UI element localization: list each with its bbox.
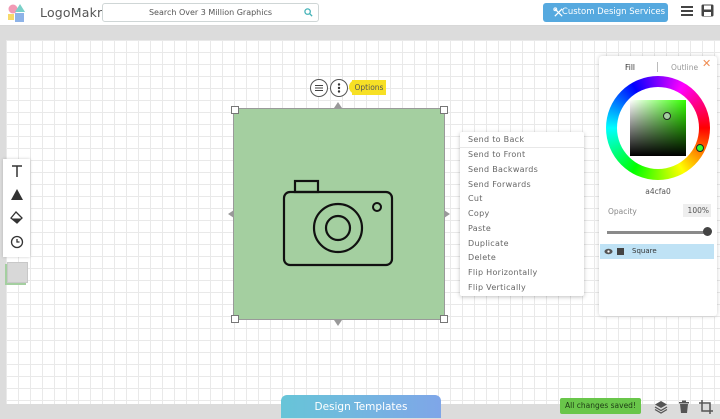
opacity-slider-knob[interactable] [703, 227, 712, 236]
history-icon[interactable] [9, 234, 25, 250]
menu-item-flip-horizontally[interactable]: Flip Horizontally [468, 268, 538, 277]
resize-handle-bottom-right[interactable] [440, 315, 448, 323]
crop-icon[interactable] [699, 400, 713, 414]
layer-shape-icon [617, 248, 624, 255]
saturation-picker-knob[interactable] [663, 112, 671, 120]
color-swatch[interactable] [7, 262, 28, 283]
resize-handle-top-left[interactable] [231, 106, 239, 114]
logomakr-logo-icon[interactable] [6, 3, 30, 23]
more-vertical-icon [337, 83, 341, 93]
search-placeholder: Search Over 3 Million Graphics [148, 8, 273, 17]
context-menu: Send to Back Send to Front Send Backward… [460, 132, 584, 296]
resize-handle-bottom-left[interactable] [231, 315, 239, 323]
menu-item-send-to-front[interactable]: Send to Front [468, 150, 525, 159]
color-panel: Fill Outline ✕ a4cfa0 Opacity 100% Squar… [599, 56, 717, 316]
menu-item-copy[interactable]: Copy [468, 209, 490, 218]
camera-icon[interactable] [234, 109, 444, 319]
shape-tool-icon[interactable] [9, 187, 25, 203]
tab-divider [657, 62, 658, 72]
tool-strip [3, 159, 30, 257]
selected-square-shape[interactable] [233, 108, 445, 320]
opacity-slider[interactable] [607, 231, 709, 234]
resize-handle-right[interactable] [444, 210, 450, 218]
tools-icon [553, 7, 563, 17]
search-icon[interactable] [304, 8, 313, 17]
sliders-icon [315, 85, 323, 91]
menu-item-send-to-back[interactable]: Send to Back [468, 135, 524, 144]
options-tooltip: Options [352, 80, 386, 95]
menu-divider [460, 147, 584, 148]
menu-item-duplicate[interactable]: Duplicate [468, 239, 509, 248]
layer-name: Square [632, 247, 657, 255]
more-options-button[interactable] [330, 79, 348, 97]
top-bar: LogoMakr Search Over 3 Million Graphics … [0, 0, 720, 26]
save-icon[interactable] [701, 4, 714, 17]
adjust-button[interactable] [310, 79, 328, 97]
opacity-label: Opacity [608, 207, 637, 216]
menu-icon[interactable] [681, 5, 693, 17]
layer-row[interactable]: Square [600, 244, 714, 259]
eye-icon[interactable] [604, 248, 613, 255]
search-input[interactable]: Search Over 3 Million Graphics [102, 3, 319, 22]
menu-item-delete[interactable]: Delete [468, 253, 496, 262]
hue-picker-knob[interactable] [696, 144, 704, 152]
tab-outline[interactable]: Outline [671, 63, 698, 72]
hex-value[interactable]: a4cfa0 [599, 187, 717, 196]
resize-handle-bottom[interactable] [334, 320, 342, 326]
trash-icon[interactable] [677, 400, 691, 414]
layers-icon[interactable] [654, 400, 668, 414]
fill-tool-icon[interactable] [9, 210, 25, 226]
close-icon[interactable]: ✕ [702, 57, 711, 70]
saturation-value-square[interactable] [630, 100, 686, 156]
app-name[interactable]: LogoMakr [40, 5, 102, 20]
resize-handle-top-right[interactable] [440, 106, 448, 114]
opacity-input[interactable]: 100% [683, 204, 711, 217]
menu-item-send-forwards[interactable]: Send Forwards [468, 180, 531, 189]
tab-fill[interactable]: Fill [625, 63, 635, 72]
custom-design-services-button[interactable]: Custom Design Services [543, 3, 668, 22]
design-templates-button[interactable]: Design Templates [281, 395, 441, 418]
rotate-handle-top[interactable] [334, 102, 342, 108]
menu-item-send-backwards[interactable]: Send Backwards [468, 165, 538, 174]
menu-item-paste[interactable]: Paste [468, 224, 491, 233]
menu-item-cut[interactable]: Cut [468, 194, 483, 203]
resize-handle-left[interactable] [228, 210, 234, 218]
save-status-badge: All changes saved! [560, 398, 641, 414]
text-tool-icon[interactable] [9, 163, 25, 179]
menu-item-flip-vertically[interactable]: Flip Vertically [468, 283, 526, 292]
